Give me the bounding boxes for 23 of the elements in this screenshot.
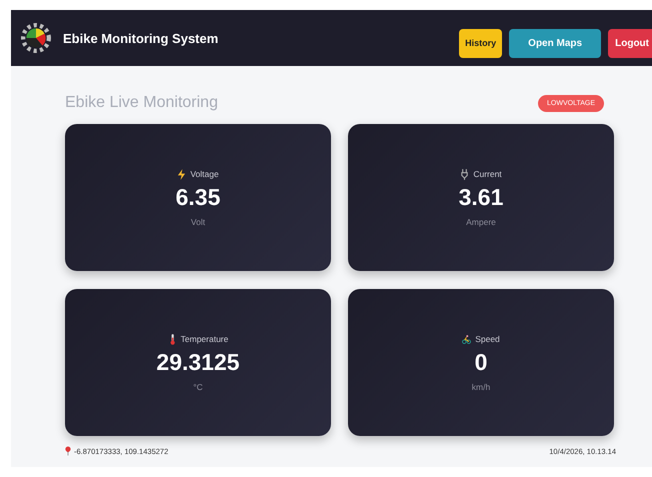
cyclist-icon [462,334,472,344]
sensor-value: 6.35 [176,184,220,210]
logout-button[interactable]: Logout [608,28,652,58]
sensor-label: Voltage [190,169,219,179]
sensor-value: 29.3125 [156,348,240,376]
sensor-value: 3.61 [458,184,504,210]
lightning-icon [177,168,186,180]
sensor-label: Speed [475,334,500,344]
history-button[interactable]: History [459,28,502,58]
sensor-label: Current [473,169,502,179]
app-title: Ebike Monitoring System [63,30,218,46]
sensor-unit: Volt [190,216,206,226]
gear-logo-icon [21,23,51,53]
open-maps-button[interactable]: Open Maps [509,28,602,58]
sensor-unit: km/h [472,382,490,392]
sensor-value: 0 [474,348,488,376]
sensor-unit: °C [193,382,203,392]
thermometer-icon [168,334,177,344]
sensor-unit: Ampere [466,216,496,226]
sensor-label: Temperature [180,334,228,344]
page-heading: Ebike Live Monitoring [65,94,218,112]
location-pin-icon [65,446,71,456]
plug-icon [460,168,470,180]
